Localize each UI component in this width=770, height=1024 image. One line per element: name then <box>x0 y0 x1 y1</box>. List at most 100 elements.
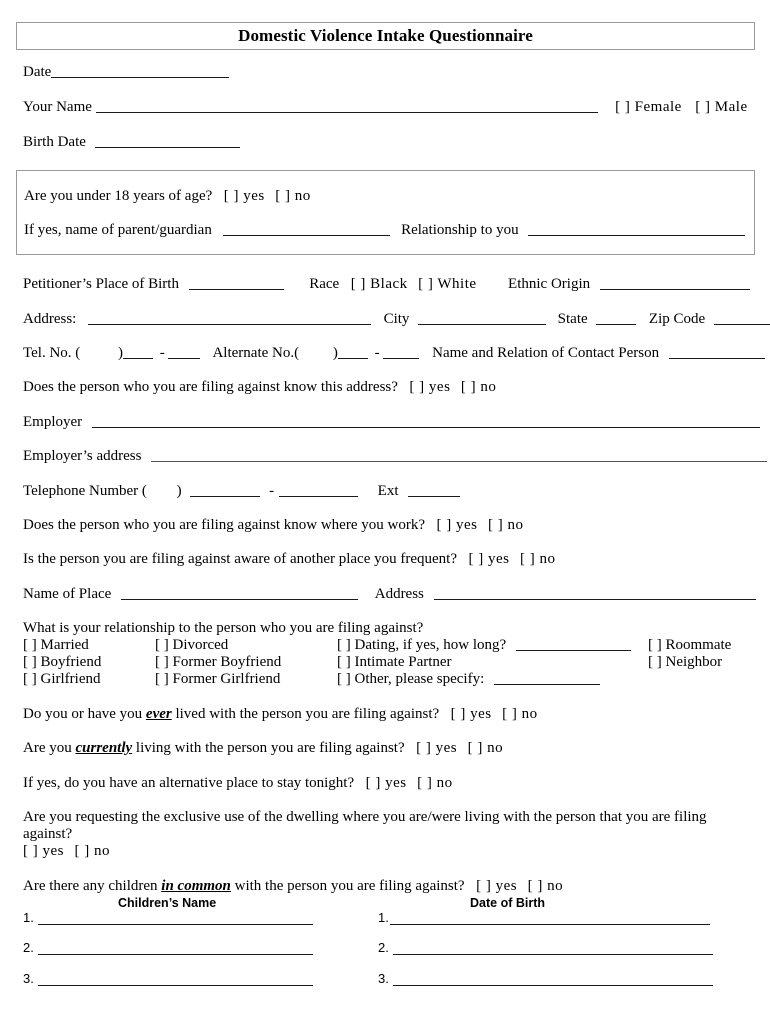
name-of-place-row: Name of Place Address <box>23 586 756 603</box>
relationship-roommate-checkbox[interactable]: [ ] <box>648 637 662 653</box>
address-label: Address: <box>23 311 77 327</box>
relationship-girlfriend-label: Girlfriend <box>40 671 101 687</box>
child-row-1-name-input-line[interactable] <box>38 924 313 925</box>
under18-yes-checkbox[interactable]: [ ] yes <box>224 188 265 204</box>
exclusive-use-line1: Are you requesting the exclusive use of … <box>23 809 707 826</box>
relationship-roommate[interactable]: [ ] Roommate <box>648 637 731 654</box>
child-row-1-dob-input-line[interactable] <box>390 924 710 925</box>
ever-lived-no-checkbox[interactable]: [ ] no <box>502 706 538 722</box>
parent-guardian-input-line[interactable] <box>222 223 390 236</box>
tel-prefix-input-line[interactable] <box>123 346 154 359</box>
alt-suffix-input-line[interactable] <box>382 346 419 359</box>
relationship-to-you-input-line[interactable] <box>528 223 746 236</box>
relationship-former-girlfriend-label: Former Girlfriend <box>172 671 281 687</box>
date-of-birth-header: Date of Birth <box>470 896 545 910</box>
relationship-question: What is your relationship to the person … <box>23 620 424 636</box>
tel-suffix-input-line[interactable] <box>167 346 200 359</box>
relationship-divorced[interactable]: [ ] Divorced <box>155 637 228 654</box>
relationship-girlfriend-checkbox[interactable]: [ ] <box>23 671 37 687</box>
employer-address-input-line[interactable] <box>151 449 768 462</box>
currently-living-no-checkbox[interactable]: [ ] no <box>468 740 504 756</box>
relationship-intimate-partner-checkbox[interactable]: [ ] <box>337 654 351 670</box>
race-white-checkbox[interactable]: [ ] White <box>418 276 476 292</box>
place-of-birth-row: Petitioner’s Place of Birth Race [ ] Bla… <box>23 276 750 293</box>
relationship-other-specify-input-line[interactable] <box>494 672 601 685</box>
race-black-checkbox[interactable]: [ ] Black <box>351 276 408 292</box>
frequent-place-yes-checkbox[interactable]: [ ] yes <box>469 551 510 567</box>
relationship-other-label: Other, please specify: <box>354 671 485 687</box>
zip-input-line[interactable] <box>713 312 770 325</box>
relationship-former-girlfriend-checkbox[interactable]: [ ] <box>155 671 169 687</box>
knows-address-no-checkbox[interactable]: [ ] no <box>461 379 497 395</box>
city-input-line[interactable] <box>418 312 547 325</box>
alternative-place-no-checkbox[interactable]: [ ] no <box>417 775 453 791</box>
relationship-former-girlfriend[interactable]: [ ] Former Girlfriend <box>155 671 280 688</box>
address-input-line[interactable] <box>88 312 372 325</box>
relationship-former-boyfriend-checkbox[interactable]: [ ] <box>155 654 169 670</box>
exclusive-use-question-line2: against? <box>23 826 73 842</box>
employer-label: Employer <box>23 414 83 430</box>
ext-input-line[interactable] <box>408 484 461 497</box>
relationship-neighbor-label: Neighbor <box>665 654 723 670</box>
employer-tel-prefix-input-line[interactable] <box>190 484 261 497</box>
relationship-dating[interactable]: [ ] Dating, if yes, how long? <box>337 637 631 654</box>
alternative-place-yes-checkbox[interactable]: [ ] yes <box>366 775 407 791</box>
knows-work-yes-checkbox[interactable]: [ ] yes <box>436 517 477 533</box>
relationship-divorced-checkbox[interactable]: [ ] <box>155 637 169 653</box>
exclusive-use-yes-checkbox[interactable]: [ ] yes <box>23 843 64 859</box>
child-row-3-name-input-line[interactable] <box>38 985 313 986</box>
knows-address-yes-checkbox[interactable]: [ ] yes <box>409 379 450 395</box>
currently-living-emphasis: currently <box>75 740 133 756</box>
date-input-line[interactable] <box>51 65 230 78</box>
state-input-line[interactable] <box>596 312 637 325</box>
relationship-girlfriend[interactable]: [ ] Girlfriend <box>23 671 100 688</box>
knows-work-row: Does the person who you are filing again… <box>23 517 523 534</box>
relationship-other-checkbox[interactable]: [ ] <box>337 671 351 687</box>
relationship-dating-checkbox[interactable]: [ ] <box>337 637 351 653</box>
place-of-birth-input-line[interactable] <box>188 277 284 290</box>
relationship-married-checkbox[interactable]: [ ] <box>23 637 37 653</box>
children-in-common-yes-checkbox[interactable]: [ ] yes <box>476 878 517 894</box>
ever-lived-yes-checkbox[interactable]: [ ] yes <box>451 706 492 722</box>
gender-male-checkbox[interactable]: [ ] Male <box>695 99 747 115</box>
frequent-place-no-checkbox[interactable]: [ ] no <box>520 551 556 567</box>
race-label: Race <box>309 276 340 292</box>
ext-label: Ext <box>377 483 399 499</box>
under18-no-checkbox[interactable]: [ ] no <box>275 188 311 204</box>
your-name-input-line[interactable] <box>95 100 598 113</box>
children-in-common-no-checkbox[interactable]: [ ] no <box>528 878 564 894</box>
relationship-other[interactable]: [ ] Other, please specify: <box>337 671 601 688</box>
employer-address-row: Employer’s address <box>23 448 768 465</box>
relationship-boyfriend-checkbox[interactable]: [ ] <box>23 654 37 670</box>
employer-input-line[interactable] <box>91 415 760 428</box>
under18-question: Are you under 18 years of age? <box>24 188 213 204</box>
relationship-question-row: What is your relationship to the person … <box>23 620 423 637</box>
relationship-intimate-partner[interactable]: [ ] Intimate Partner <box>337 654 452 671</box>
employer-tel-suffix-input-line[interactable] <box>279 484 359 497</box>
name-of-place-input-line[interactable] <box>121 587 359 600</box>
contact-person-input-line[interactable] <box>668 346 765 359</box>
birth-date-input-line[interactable] <box>94 135 240 148</box>
place-address-input-line[interactable] <box>433 587 756 600</box>
your-name-label: Your Name <box>23 99 92 115</box>
relationship-neighbor-checkbox[interactable]: [ ] <box>648 654 662 670</box>
child-row-2-name-input-line[interactable] <box>38 954 313 955</box>
name-of-place-label: Name of Place <box>23 586 112 602</box>
alt-prefix-input-line[interactable] <box>337 346 368 359</box>
relationship-married[interactable]: [ ] Married <box>23 637 89 654</box>
child-row-3-dob-input-line[interactable] <box>393 985 713 986</box>
relationship-boyfriend[interactable]: [ ] Boyfriend <box>23 654 101 671</box>
relationship-neighbor[interactable]: [ ] Neighbor <box>648 654 722 671</box>
ethnic-origin-input-line[interactable] <box>599 277 750 290</box>
birth-date-label: Birth Date <box>23 134 86 150</box>
employer-telephone-label: Telephone Number ( <box>23 483 147 499</box>
document-page: Domestic Violence Intake Questionnaire D… <box>0 0 770 1024</box>
exclusive-use-no-checkbox[interactable]: [ ] no <box>75 843 111 859</box>
knows-work-no-checkbox[interactable]: [ ] no <box>488 517 524 533</box>
currently-living-yes-checkbox[interactable]: [ ] yes <box>416 740 457 756</box>
gender-female-checkbox[interactable]: [ ] Female <box>615 99 682 115</box>
relationship-dating-duration-input-line[interactable] <box>515 638 631 651</box>
child-row-2-dob-input-line[interactable] <box>393 954 713 955</box>
relationship-former-boyfriend[interactable]: [ ] Former Boyfriend <box>155 654 281 671</box>
ever-lived-emphasis: ever <box>145 706 172 722</box>
